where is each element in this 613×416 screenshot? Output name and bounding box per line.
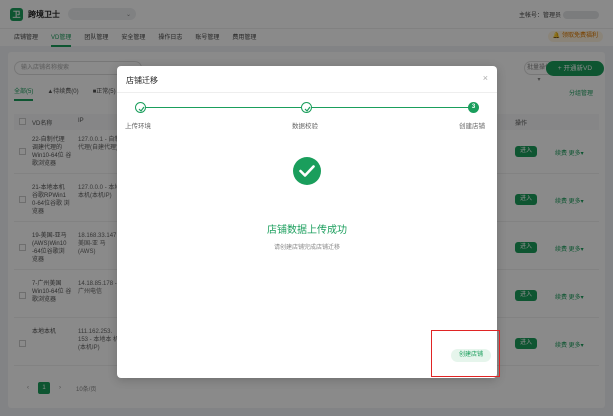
step-connector <box>312 107 469 108</box>
step-3-indicator: 3 <box>468 102 479 113</box>
step-1-check-icon <box>135 102 146 113</box>
step-label-verify: 数据校验 <box>292 123 318 130</box>
success-subtitle: 请创建店铺完成店铺迁移 <box>273 245 340 251</box>
step-connector <box>146 107 301 108</box>
success-check-icon <box>293 157 321 185</box>
close-icon[interactable]: × <box>483 73 488 83</box>
dialog-title: 店铺迁移 <box>126 76 158 85</box>
step-3-number: 3 <box>471 104 476 110</box>
step-label-upload: 上传环境 <box>125 123 151 130</box>
annotation-highlight-box <box>431 330 500 377</box>
success-title: 店铺数据上传成功 <box>267 225 347 236</box>
step-2-check-icon <box>301 102 312 113</box>
step-label-create: 创建店铺 <box>459 123 485 130</box>
dialog-divider <box>117 92 497 93</box>
